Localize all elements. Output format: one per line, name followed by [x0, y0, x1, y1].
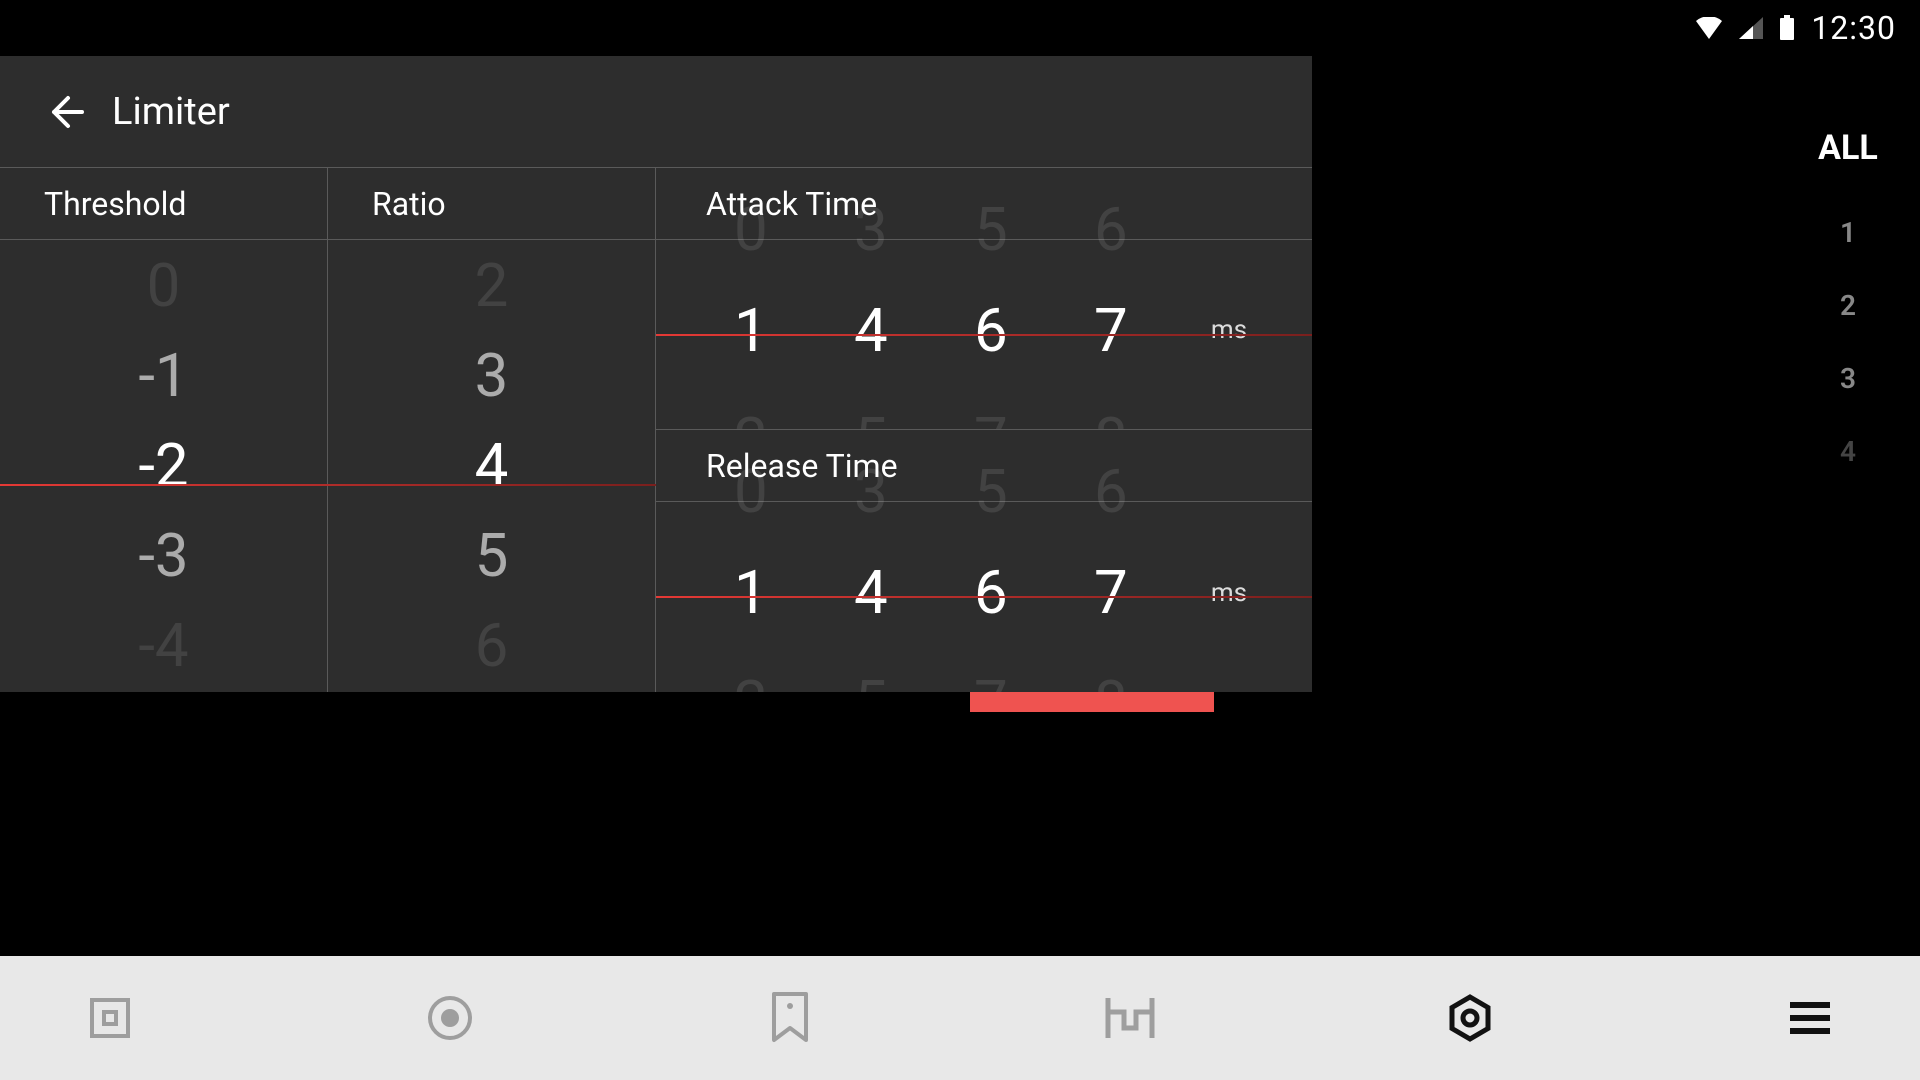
attack-unit: ms [1211, 315, 1247, 345]
release-time-block: Release Time 0 3 5 6 ms 1 4 6 7 ms [656, 430, 1312, 692]
release-digit: 7 [1081, 557, 1141, 628]
cell-signal-icon [1739, 17, 1763, 39]
release-digit: 5 [841, 667, 901, 692]
release-digit: 5 [961, 456, 1021, 527]
threshold-value-above: -1 [138, 331, 188, 421]
ratio-value-above: 3 [475, 331, 509, 421]
times-column: Attack Time 0 3 5 6 ms 1 4 6 7 ms [656, 168, 1312, 692]
tab-crossover-icon[interactable] [1100, 988, 1160, 1048]
tab-menu-icon[interactable] [1780, 988, 1840, 1048]
threshold-value-selected: -2 [138, 421, 188, 511]
release-digit: 6 [1081, 456, 1141, 527]
channel-2-button[interactable]: 2 [1840, 289, 1856, 322]
release-digit: 1 [721, 557, 781, 628]
tab-square-icon[interactable] [80, 988, 140, 1048]
ratio-column: Ratio 2 3 4 5 6 [328, 168, 656, 692]
release-time-wheel[interactable]: 0 3 5 6 ms 1 4 6 7 ms 2 [656, 502, 1312, 692]
attack-digit: 7 [1081, 295, 1141, 366]
tab-settings-icon[interactable] [1440, 988, 1500, 1048]
attack-time-block: Attack Time 0 3 5 6 ms 1 4 6 7 ms [656, 168, 1312, 430]
tab-record-icon[interactable] [420, 988, 480, 1048]
wifi-icon [1695, 17, 1723, 39]
attack-digit: 4 [841, 295, 901, 366]
page-title: Limiter [112, 90, 230, 134]
all-channels-button[interactable]: ALL [1818, 128, 1878, 168]
ratio-value-far-above: 2 [475, 241, 509, 331]
attack-digit: 8 [1081, 404, 1141, 430]
threshold-value-below: -3 [138, 511, 188, 601]
settings-panel: Limiter Threshold 0 -1 -2 -3 -4 Ratio 2 … [0, 56, 1312, 692]
release-digit: 6 [961, 557, 1021, 628]
release-unit: ms [1211, 578, 1247, 608]
threshold-wheel[interactable]: 0 -1 -2 -3 -4 [0, 240, 327, 692]
attack-digit: 5 [841, 404, 901, 430]
release-digit: 8 [1081, 667, 1141, 692]
attack-digit: 1 [721, 295, 781, 366]
attack-digit: 2 [721, 404, 781, 430]
channel-4-button[interactable]: 4 [1840, 435, 1856, 468]
release-digit: 4 [841, 557, 901, 628]
ratio-value-far-below: 6 [475, 601, 509, 691]
bottom-toolbar [0, 956, 1920, 1080]
attack-digit: 6 [961, 295, 1021, 366]
status-clock: 12:30 [1811, 9, 1896, 47]
ratio-value-below: 5 [475, 511, 509, 601]
attack-digit: 7 [961, 404, 1021, 430]
attack-digit: 5 [961, 194, 1021, 265]
tab-bookmark-icon[interactable] [760, 988, 820, 1048]
attack-digit: 6 [1081, 194, 1141, 265]
selected-tab-indicator [970, 692, 1214, 712]
attack-digit: 3 [841, 194, 901, 265]
back-button[interactable] [44, 90, 88, 134]
threshold-value-far-below: -4 [138, 601, 188, 691]
status-bar: 12:30 [0, 0, 1920, 56]
battery-icon [1779, 15, 1795, 41]
release-digit: 0 [721, 456, 781, 527]
attack-digit: 0 [721, 194, 781, 265]
release-digit: 2 [721, 667, 781, 692]
release-digit: 7 [961, 667, 1021, 692]
threshold-label: Threshold [0, 168, 327, 240]
ratio-wheel[interactable]: 2 3 4 5 6 [328, 240, 655, 692]
release-digit: 3 [841, 456, 901, 527]
channel-sidebar: ALL 1 2 3 4 [1776, 56, 1920, 692]
channel-3-button[interactable]: 3 [1840, 362, 1856, 395]
threshold-column: Threshold 0 -1 -2 -3 -4 [0, 168, 328, 692]
parameter-columns: Threshold 0 -1 -2 -3 -4 Ratio 2 3 4 5 6 [0, 168, 1312, 692]
threshold-value-far-above: 0 [147, 241, 181, 331]
attack-time-wheel[interactable]: 0 3 5 6 ms 1 4 6 7 ms 2 [656, 240, 1312, 429]
ratio-label: Ratio [328, 168, 655, 240]
ratio-value-selected: 4 [475, 421, 509, 511]
channel-1-button[interactable]: 1 [1840, 216, 1856, 249]
panel-header: Limiter [0, 56, 1312, 168]
